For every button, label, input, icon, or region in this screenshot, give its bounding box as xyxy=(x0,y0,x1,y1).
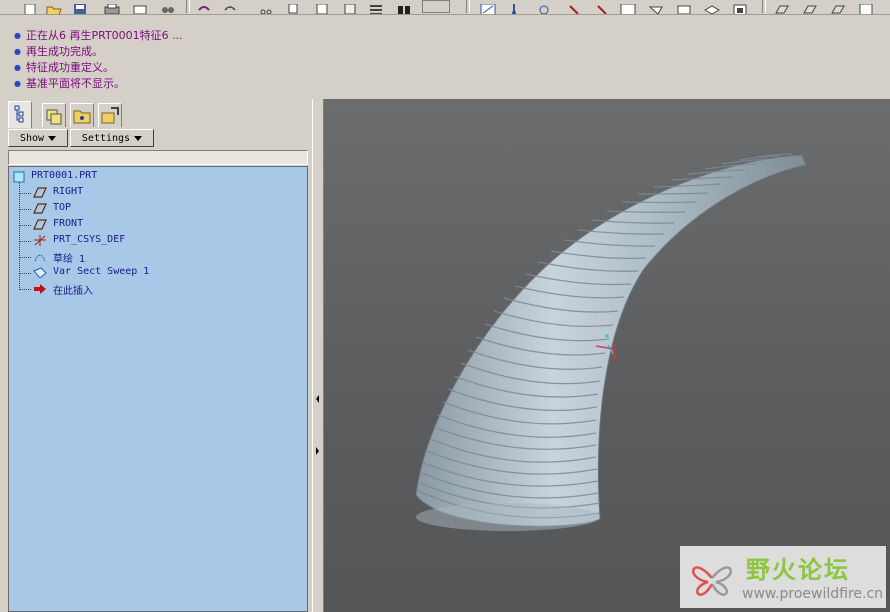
reorient-icon[interactable] xyxy=(648,0,664,14)
tree-connector xyxy=(19,257,31,258)
model-tree-icon xyxy=(14,105,24,123)
tree-item-label: 草绘 1 xyxy=(53,254,86,265)
tree-connector xyxy=(19,193,31,194)
datum-plane-icon xyxy=(33,203,47,214)
main-toolbar xyxy=(0,0,890,15)
show-label: Show xyxy=(19,132,45,144)
message-line: 特征成功重定义。 xyxy=(14,59,114,75)
open-folder-icon[interactable] xyxy=(46,0,62,14)
part-icon xyxy=(13,171,25,183)
sketch-icon xyxy=(34,254,46,262)
tree-connector xyxy=(19,273,31,274)
refit-icon[interactable] xyxy=(620,0,636,14)
settings-label: Settings xyxy=(81,132,131,144)
panel-splitter[interactable] xyxy=(312,99,324,612)
chevron-down-icon xyxy=(134,135,143,141)
send-mail-icon[interactable] xyxy=(132,0,148,14)
horn-sweep-model xyxy=(415,153,807,531)
navigator-panel: Show Settings PRT0001.PRT RIGHT TOP FRON… xyxy=(0,99,312,612)
zoom-out-icon[interactable] xyxy=(594,0,610,14)
insert-here-arrow-icon xyxy=(34,284,46,294)
tab-folder-browser[interactable] xyxy=(70,103,94,127)
connections-icon xyxy=(101,107,119,124)
tab-model-tree[interactable] xyxy=(8,101,32,128)
view-manager-icon[interactable] xyxy=(732,0,748,14)
settings-dropdown-button[interactable]: Settings xyxy=(70,129,154,147)
repaint-icon[interactable] xyxy=(480,0,496,14)
layers-icon xyxy=(46,109,62,125)
datum-plane-icon xyxy=(33,219,47,230)
zoom-in-icon[interactable] xyxy=(566,0,582,14)
tree-root-label: PRT0001.PRT xyxy=(31,170,98,181)
tree-filter-bar[interactable] xyxy=(8,150,308,165)
saved-views-icon[interactable] xyxy=(676,0,692,14)
print-icon[interactable] xyxy=(104,0,120,14)
datum-planes-toggle-icon[interactable] xyxy=(774,0,790,14)
datum-points-toggle-icon[interactable] xyxy=(830,0,846,14)
chevron-down-icon xyxy=(48,135,57,141)
tree-item-label: RIGHT xyxy=(53,186,84,197)
message-line: 正在从6 再生PRT0001特征6 ... xyxy=(14,27,183,43)
folder-icon xyxy=(73,110,91,124)
tab-connections[interactable] xyxy=(98,103,122,127)
forum-watermark: 野火论坛 www.proewildfire.cn xyxy=(680,546,886,608)
copy-icon[interactable] xyxy=(286,0,302,14)
tree-connector xyxy=(19,209,31,210)
model-tree-icon[interactable] xyxy=(396,0,412,14)
paste-icon[interactable] xyxy=(314,0,330,14)
navigator-tabs xyxy=(6,101,306,128)
toolbar-separator xyxy=(186,0,190,13)
csys-toggle-icon[interactable] xyxy=(858,0,874,14)
tree-item-label: Var Sect Sweep 1 xyxy=(53,266,150,277)
graphics-viewport[interactable] xyxy=(324,99,890,612)
paste-special-icon[interactable] xyxy=(342,0,358,14)
regenerate-icon[interactable] xyxy=(368,0,384,14)
cut-icon[interactable] xyxy=(258,0,274,14)
tree-item-label: FRONT xyxy=(53,218,84,229)
toolbar-separator xyxy=(466,0,470,13)
tree-item-label: 在此插入 xyxy=(53,286,93,297)
expand-right-icon[interactable] xyxy=(315,431,321,471)
message-line: 再生成功完成。 xyxy=(14,43,103,59)
sweep-icon xyxy=(33,267,47,278)
butterfly-logo-icon xyxy=(691,566,733,596)
model-tree: PRT0001.PRT RIGHT TOP FRONT PRT_CSYS_DEF… xyxy=(8,166,308,612)
layers-icon[interactable] xyxy=(703,0,721,14)
datum-plane-icon xyxy=(33,187,47,198)
redo-icon[interactable] xyxy=(222,0,238,11)
datum-axes-toggle-icon[interactable] xyxy=(802,0,818,14)
tree-item-label: PRT_CSYS_DEF xyxy=(53,234,126,245)
tab-layers[interactable] xyxy=(42,103,66,127)
message-line: 基准平面将不显示。 xyxy=(14,75,125,91)
undo-icon[interactable] xyxy=(196,0,212,11)
show-dropdown-button[interactable]: Show xyxy=(8,129,68,147)
tree-connector xyxy=(19,225,31,226)
save-icon[interactable] xyxy=(72,0,88,14)
watermark-url: www.proewildfire.cn xyxy=(742,586,884,602)
binoculars-icon[interactable] xyxy=(160,0,176,13)
tree-connector xyxy=(19,289,31,290)
collapse-left-icon[interactable] xyxy=(315,379,321,419)
window-icon[interactable] xyxy=(422,0,450,13)
tree-connector xyxy=(19,241,31,242)
new-file-icon[interactable] xyxy=(22,0,38,14)
spin-center-icon[interactable] xyxy=(506,0,522,14)
message-area: 正在从6 再生PRT0001特征6 ... 再生成功完成。 特征成功重定义。 基… xyxy=(0,15,890,99)
toolbar-separator xyxy=(762,0,766,13)
csys-icon xyxy=(34,235,46,246)
tree-item-label: TOP xyxy=(53,202,72,213)
orient-mode-icon[interactable] xyxy=(536,0,552,14)
watermark-title: 野火论坛 xyxy=(746,556,850,584)
